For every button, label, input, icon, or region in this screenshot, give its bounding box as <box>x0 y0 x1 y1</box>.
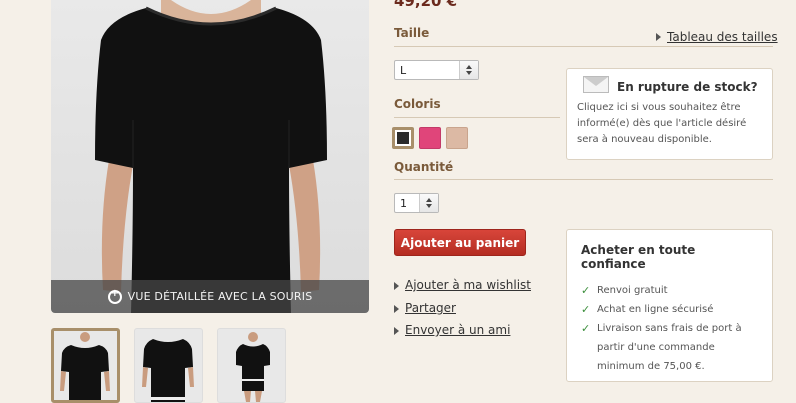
trust-box: Acheter en toute confiance ✓ Renvoi grat… <box>566 229 773 382</box>
thumbnail-full-image <box>236 332 270 402</box>
thumbnail-full[interactable] <box>217 328 286 403</box>
trust-item-text: Renvoi gratuit <box>597 285 668 296</box>
out-of-stock-text: Cliquez ici si vous souhaitez être infor… <box>577 102 747 145</box>
arrow-right-icon <box>394 281 399 290</box>
color-swatch-pink[interactable] <box>419 127 441 149</box>
envelope-icon <box>583 76 609 93</box>
wishlist-action[interactable]: Ajouter à ma wishlist <box>394 278 531 292</box>
color-swatch-nude[interactable] <box>446 127 468 149</box>
zoom-hint-text: VUE DÉTAILLÉE AVEC LA SOURIS <box>127 290 313 303</box>
thumbnail-front-image <box>60 332 110 400</box>
trust-item-text: Achat en ligne sécurisé <box>597 304 714 315</box>
tshirt-model-image <box>95 0 327 313</box>
checkmark-icon: ✓ <box>581 303 591 316</box>
spinner-icon <box>419 194 438 212</box>
send-friend-link[interactable]: Envoyer à un ami <box>405 323 510 337</box>
color-swatch-black[interactable] <box>392 127 414 149</box>
divider <box>394 179 773 180</box>
trust-title: Acheter en toute confiance <box>581 243 696 271</box>
trust-item: ✓ Livraison sans frais de port à partir … <box>581 319 758 376</box>
size-label: Taille <box>394 26 430 40</box>
arrow-right-icon <box>394 304 399 313</box>
quantity-select[interactable]: 1 <box>394 193 439 213</box>
zoom-icon <box>107 288 122 304</box>
arrow-right-icon <box>656 32 661 41</box>
out-of-stock-title: En rupture de stock? <box>617 80 758 94</box>
product-price: 49,20 € <box>394 0 458 10</box>
quantity-select-value: 1 <box>400 196 407 210</box>
zoom-hint-bar: VUE DÉTAILLÉE AVEC LA SOURIS <box>51 280 369 313</box>
size-select[interactable]: L <box>394 60 479 80</box>
color-swatch-black-fill <box>397 132 409 144</box>
arrow-right-icon <box>394 326 399 335</box>
out-of-stock-box[interactable]: En rupture de stock? Cliquez ici si vous… <box>566 68 773 160</box>
thumbnail-strip <box>51 328 286 403</box>
size-chart-link-wrap[interactable]: Tableau des tailles <box>656 26 778 45</box>
trust-item: ✓ Achat en ligne sécurisé <box>581 300 758 319</box>
send-friend-action[interactable]: Envoyer à un ami <box>394 323 510 337</box>
share-action[interactable]: Partager <box>394 301 456 315</box>
add-to-cart-button[interactable]: Ajouter au panier <box>394 229 526 256</box>
spinner-icon <box>459 61 478 79</box>
trust-item: ✓ Renvoi gratuit <box>581 281 758 300</box>
share-link[interactable]: Partager <box>405 301 456 315</box>
size-select-value: L <box>400 63 407 77</box>
quantity-label: Quantité <box>394 160 454 174</box>
divider <box>394 46 773 47</box>
trust-item-text: Livraison sans frais de port à partir d'… <box>597 323 742 372</box>
checkmark-icon: ✓ <box>581 284 591 297</box>
thumbnail-side[interactable] <box>134 328 203 403</box>
product-main-image[interactable]: VUE DÉTAILLÉE AVEC LA SOURIS <box>51 0 369 313</box>
wishlist-link[interactable]: Ajouter à ma wishlist <box>405 278 531 292</box>
color-label: Coloris <box>394 97 441 111</box>
divider <box>394 117 560 118</box>
size-chart-link[interactable]: Tableau des tailles <box>667 30 778 44</box>
checkmark-icon: ✓ <box>581 322 591 335</box>
thumbnail-front[interactable] <box>51 328 120 403</box>
thumbnail-side-image <box>142 339 194 402</box>
